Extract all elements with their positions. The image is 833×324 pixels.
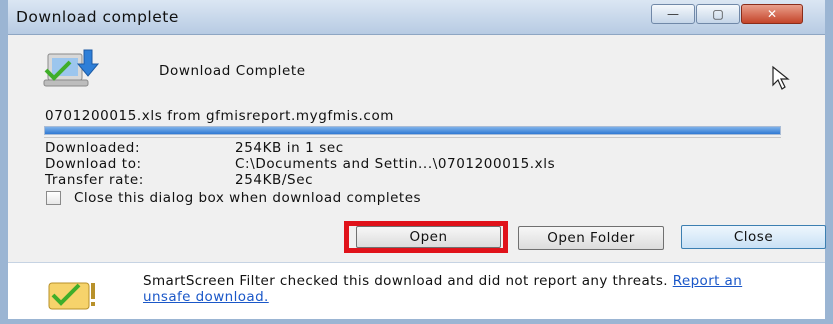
close-on-complete-checkbox[interactable] [46,191,61,205]
download-icon [43,49,100,87]
progress-fill [45,127,780,134]
download-to-value: C:\Documents and Settin...\0701200015.xl… [235,156,556,172]
download-to-label: Download to: [45,156,142,172]
minimize-button[interactable]: — [651,4,695,24]
close-icon: ✕ [766,7,778,21]
open-folder-button[interactable]: Open Folder [518,226,664,250]
divider [44,137,781,138]
close-window-button[interactable]: ✕ [741,4,803,24]
dialog-body: Download Complete 0701200015.xls from gf… [8,35,826,260]
downloaded-label: Downloaded: [45,140,141,156]
smartscreen-text: SmartScreen Filter checked this download… [143,273,668,289]
window-title: Download complete [16,8,179,26]
downloaded-value: 254KB in 1 sec [235,140,344,156]
close-button[interactable]: Close [681,225,826,249]
close-button-label: Close [733,229,774,245]
open-folder-button-label: Open Folder [547,230,635,246]
download-status-heading: Download Complete [159,63,306,79]
file-source-text: 0701200015.xls from gfmisreport.mygfmis.… [45,108,395,124]
download-dialog: Download complete — ▢ ✕ Download Complet… [0,0,833,324]
close-on-complete-option[interactable]: Close this dialog box when download comp… [46,190,421,206]
mouse-cursor-icon [772,65,790,90]
minimize-icon: — [667,7,679,21]
maximize-icon: ▢ [712,7,724,21]
close-on-complete-label[interactable]: Close this dialog box when download comp… [74,190,421,206]
smartscreen-footer: SmartScreen Filter checked this download… [8,262,825,319]
maximize-button[interactable]: ▢ [696,4,740,24]
open-button-highlight [344,221,508,253]
transfer-rate-label: Transfer rate: [45,172,144,188]
shield-check-icon [48,282,95,310]
transfer-rate-value: 254KB/Sec [235,172,314,188]
title-bar[interactable]: Download complete — ▢ ✕ [8,0,825,35]
smartscreen-message: SmartScreen Filter checked this download… [143,273,783,305]
download-progress-bar [44,126,781,135]
